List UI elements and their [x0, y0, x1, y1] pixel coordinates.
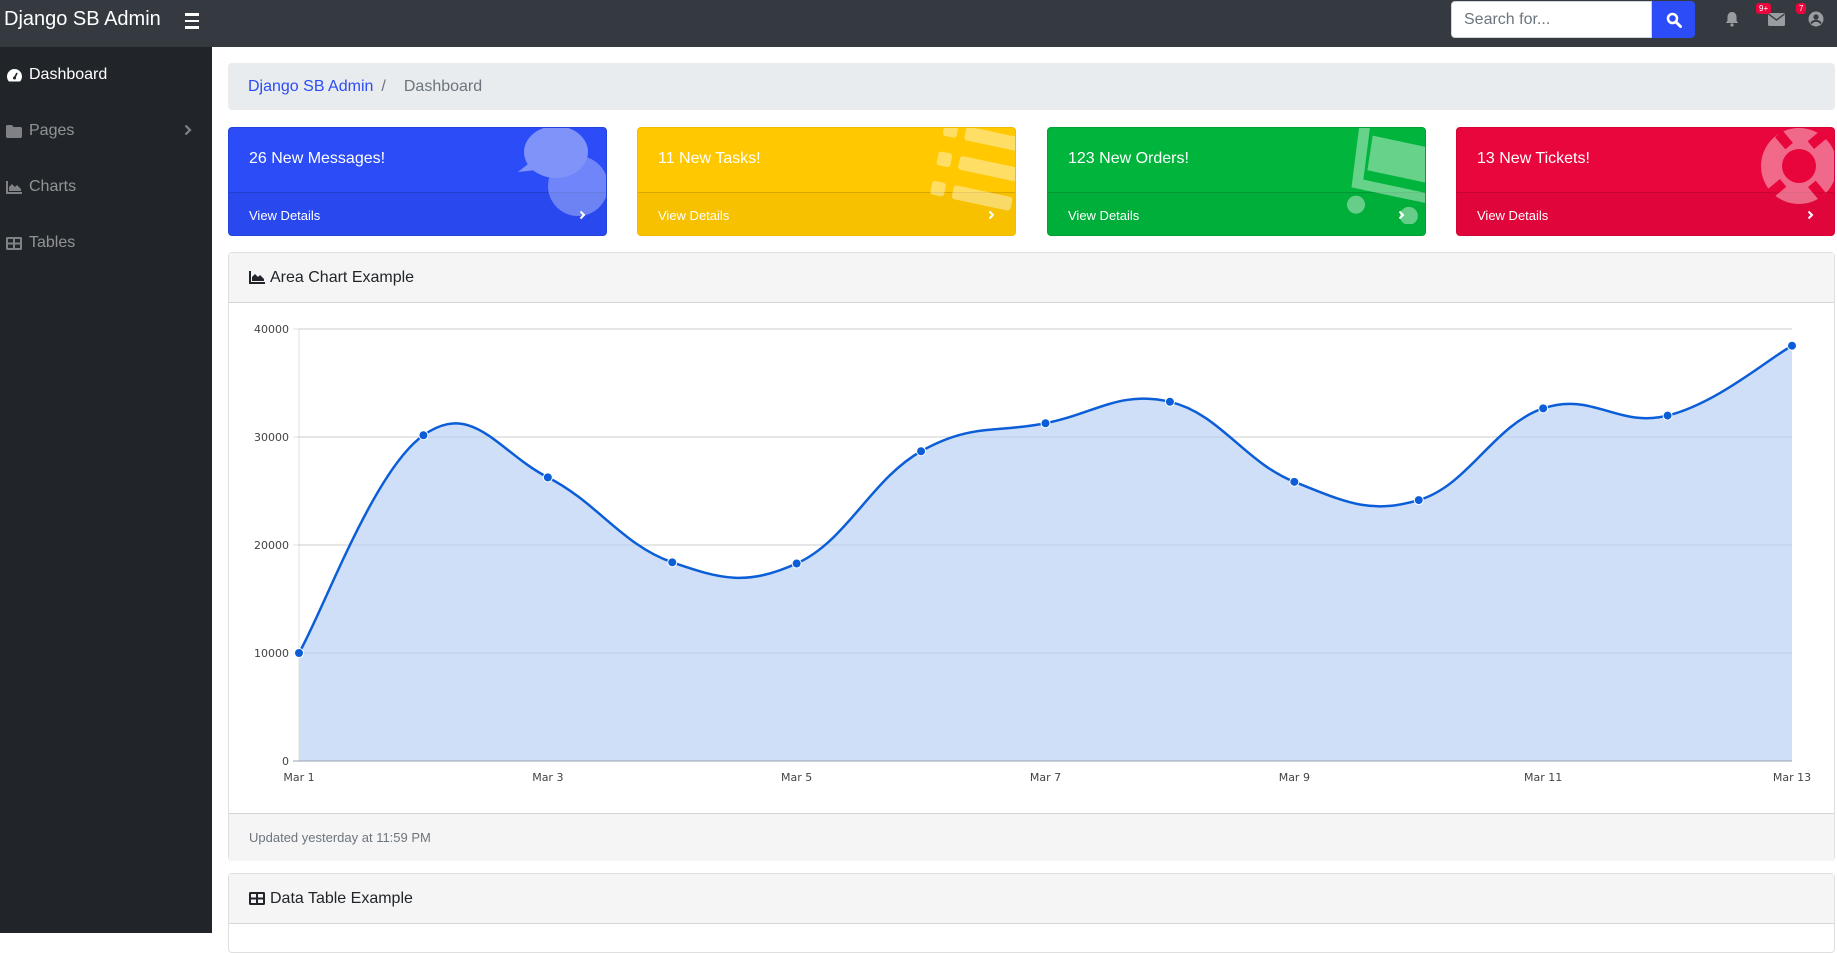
user-circle-icon [1808, 11, 1824, 27]
data-point [667, 557, 678, 568]
brand-logo[interactable]: Django SB Admin [4, 8, 161, 31]
top-navbar: Django SB Admin 9+ 7 [0, 0, 1837, 47]
y-tick-label: 20000 [254, 539, 289, 552]
search-icon [1666, 12, 1682, 28]
area-fill [299, 345, 1792, 761]
data-table-card: Data Table Example [228, 873, 1835, 953]
view-details-label: View Details [1477, 207, 1549, 223]
data-point [1164, 396, 1175, 407]
tasks-card: 11 New Tasks! View Details [637, 127, 1016, 236]
data-point [294, 648, 304, 658]
view-details-label: View Details [1068, 207, 1140, 223]
table-icon [6, 235, 23, 251]
data-point [1787, 340, 1797, 351]
card-header: Data Table Example [229, 874, 1834, 924]
card-title: 26 New Messages! [249, 150, 386, 167]
messages-card: 26 New Messages! View Details [228, 127, 607, 236]
alerts-dropdown[interactable] [1722, 9, 1742, 29]
life-ring-icon [1761, 128, 1834, 204]
sidebar-item-label: Charts [29, 178, 77, 195]
y-tick-label: 30000 [254, 431, 289, 444]
folder-icon [6, 123, 23, 139]
x-tick-label: Mar 11 [1524, 771, 1562, 784]
card-title: Data Table Example [270, 889, 413, 907]
search-input[interactable] [1451, 1, 1652, 38]
card-title: 123 New Orders! [1068, 150, 1189, 167]
x-tick-label: Mar 3 [532, 771, 563, 784]
breadcrumb-current: Dashboard [403, 77, 483, 95]
table-icon [249, 892, 266, 906]
data-point [542, 472, 553, 483]
chevron-right-icon [184, 123, 192, 141]
list-icon [930, 128, 1015, 211]
x-tick-label: Mar 5 [781, 771, 812, 784]
area-chart-icon [6, 179, 23, 195]
area-chart-icon [249, 271, 266, 285]
y-tick-label: 40000 [254, 323, 289, 336]
sidebar-toggle-button[interactable] [183, 9, 201, 29]
card-header: Area Chart Example [229, 253, 1834, 303]
hamburger-line [185, 13, 199, 16]
sidebar-item-tables[interactable]: Tables [0, 223, 212, 263]
data-point [1289, 476, 1300, 487]
hamburger-line [185, 19, 199, 22]
card-title: Area Chart Example [270, 268, 415, 286]
area-chart: 0 10000 20000 30000 40000 Mar 1 Mar 3 Mar 5 Mar … [254, 323, 1811, 784]
hamburger-line [185, 26, 199, 29]
search-form [1451, 1, 1695, 38]
sidebar-item-dashboard[interactable]: Dashboard [0, 55, 212, 95]
data-point [791, 558, 802, 569]
alerts-count-badge: 9+ [1756, 3, 1772, 14]
view-details-label: View Details [249, 207, 321, 223]
messages-dropdown[interactable]: 9+ [1756, 3, 1786, 29]
x-tick-label: Mar 13 [1773, 771, 1811, 784]
x-tick-label: Mar 1 [283, 771, 314, 784]
tachometer-icon [6, 67, 23, 83]
chart-body: 0 10000 20000 30000 40000 Mar 1 Mar 3 Mar 5 Mar … [229, 303, 1834, 813]
comments-icon [518, 128, 606, 216]
x-tick-label: Mar 7 [1030, 771, 1061, 784]
envelope-icon [1767, 12, 1785, 26]
card-title: 11 New Tasks! [658, 150, 761, 167]
y-tick-label: 0 [282, 755, 289, 768]
data-point [1538, 403, 1549, 414]
data-point [1662, 410, 1673, 421]
data-point [1040, 418, 1051, 429]
shopping-cart-icon [1346, 128, 1425, 224]
data-point [1413, 495, 1424, 506]
search-button[interactable] [1652, 1, 1695, 38]
data-point [418, 430, 429, 441]
sidebar-item-pages[interactable]: Pages [0, 111, 212, 151]
sidebar-item-label: Dashboard [29, 66, 108, 83]
sidebar-item-label: Tables [29, 234, 76, 251]
card-footer: Updated yesterday at 11:59 PM [229, 813, 1834, 861]
tickets-card: 13 New Tickets! View Details [1456, 127, 1835, 236]
x-tick-label: Mar 9 [1279, 771, 1310, 784]
breadcrumb-home-link[interactable]: Django SB Admin [248, 78, 373, 96]
breadcrumb: Django SB Admin / Dashboard [228, 63, 1835, 110]
bell-icon [1726, 12, 1738, 27]
sidebar: Dashboard Pages Charts Tables [0, 47, 212, 933]
y-tick-label: 10000 [254, 647, 289, 660]
user-dropdown[interactable]: 7 [1796, 3, 1826, 29]
messages-count-badge: 7 [1796, 3, 1807, 14]
breadcrumb-separator: / [381, 77, 386, 95]
data-point [916, 446, 927, 457]
area-chart-card: Area Chart Example 0 10000 20000 30000 40000… [228, 252, 1835, 861]
sidebar-item-label: Pages [29, 122, 75, 139]
sidebar-item-charts[interactable]: Charts [0, 167, 212, 207]
orders-card: 123 New Orders! View Details [1047, 127, 1426, 236]
card-title: 13 New Tickets! [1477, 150, 1590, 167]
view-details-label: View Details [658, 207, 730, 223]
